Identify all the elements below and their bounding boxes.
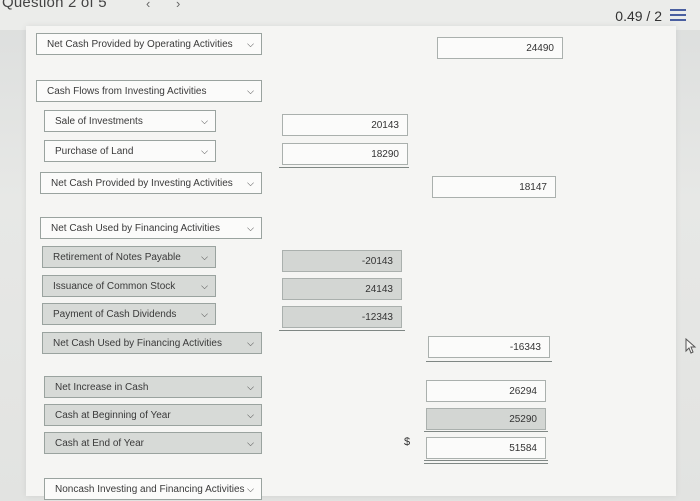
ending-cash-value: 51584	[509, 442, 537, 454]
ending-cash-field[interactable]: 51584	[426, 437, 546, 459]
chevron-down-icon: ⌵	[201, 309, 208, 319]
net-increase-value: 26294	[509, 385, 537, 397]
financing-item-value: 24143	[365, 283, 393, 295]
chevron-down-icon: ⌵	[247, 438, 254, 448]
financing-item-value: -20143	[361, 255, 393, 267]
double-underline-top	[424, 460, 548, 461]
chevron-down-icon: ⌵	[247, 382, 254, 392]
mouse-pointer-icon	[685, 338, 697, 354]
financing-item-field-1[interactable]: 24143	[282, 278, 402, 300]
financing-item-value: -12343	[361, 311, 393, 323]
score-display: 0.49 / 2	[615, 8, 662, 24]
investing-item-value: 18290	[371, 148, 399, 160]
investing-item-field-0[interactable]: 20143	[282, 114, 408, 136]
chevron-down-icon: ⌵	[247, 39, 254, 49]
chevron-down-icon: ⌵	[247, 484, 254, 494]
investing-net-select[interactable]: Net Cash Provided by Investing Activitie…	[40, 172, 262, 194]
financing-heading-label: Net Cash Used by Financing Activities	[51, 222, 220, 234]
net-increase-select[interactable]: Net Increase in Cash ⌵	[44, 376, 262, 398]
operating-net-field[interactable]: 24490	[437, 37, 563, 59]
beginning-cash-select[interactable]: Cash at Beginning of Year ⌵	[44, 404, 262, 426]
investing-item-label: Sale of Investments	[55, 115, 143, 127]
financing-heading-select[interactable]: Net Cash Used by Financing Activities ⌵	[40, 217, 262, 239]
noncash-activities-select[interactable]: Noncash Investing and Financing Activiti…	[44, 478, 262, 500]
subtotal-underline	[279, 167, 409, 168]
financing-item-select-1[interactable]: Issuance of Common Stock ⌵	[42, 275, 216, 297]
total-underline	[426, 361, 552, 362]
investing-heading-select[interactable]: Cash Flows from Investing Activities ⌵	[36, 80, 262, 102]
investing-item-label: Purchase of Land	[55, 145, 134, 157]
chevron-left-icon[interactable]: ‹	[146, 0, 150, 11]
financing-net-label: Net Cash Used by Financing Activities	[53, 337, 222, 349]
chevron-down-icon: ⌵	[247, 178, 254, 188]
operating-net-label: Net Cash Provided by Operating Activitie…	[47, 38, 233, 50]
subtotal-underline	[424, 431, 548, 432]
question-label: Question 2 of 5	[2, 0, 107, 11]
noncash-activities-label: Noncash Investing and Financing Activiti…	[55, 483, 245, 495]
financing-item-field-0[interactable]: -20143	[282, 250, 402, 272]
investing-net-field[interactable]: 18147	[432, 176, 556, 198]
chevron-down-icon: ⌵	[247, 410, 254, 420]
financing-net-value: -16343	[509, 341, 541, 353]
double-underline-bottom	[424, 463, 548, 464]
financing-item-label: Issuance of Common Stock	[53, 280, 176, 292]
financing-net-field[interactable]: -16343	[428, 336, 550, 358]
chevron-down-icon: ⌵	[201, 116, 208, 126]
subtotal-underline	[279, 330, 405, 331]
net-increase-label: Net Increase in Cash	[55, 381, 149, 393]
investing-net-value: 18147	[519, 181, 547, 193]
investing-item-select-1[interactable]: Purchase of Land ⌵	[44, 140, 216, 162]
beginning-cash-label: Cash at Beginning of Year	[55, 409, 171, 421]
investing-heading-label: Cash Flows from Investing Activities	[47, 85, 207, 97]
currency-symbol: $	[404, 436, 411, 448]
operating-net-value: 24490	[526, 42, 554, 54]
ending-cash-label: Cash at End of Year	[55, 437, 144, 449]
financing-item-label: Retirement of Notes Payable	[53, 251, 181, 263]
beginning-cash-field[interactable]: 25290	[426, 408, 546, 430]
chevron-down-icon: ⌵	[247, 338, 254, 348]
financing-item-field-2[interactable]: -12343	[282, 306, 402, 328]
beginning-cash-value: 25290	[509, 413, 537, 425]
financing-item-select-2[interactable]: Payment of Cash Dividends ⌵	[42, 303, 216, 325]
chevron-right-icon[interactable]: ›	[176, 0, 180, 11]
chevron-down-icon: ⌵	[247, 86, 254, 96]
operating-net-select[interactable]: Net Cash Provided by Operating Activitie…	[36, 33, 262, 55]
investing-item-field-1[interactable]: 18290	[282, 143, 408, 165]
chevron-down-icon: ⌵	[201, 252, 208, 262]
chevron-down-icon: ⌵	[201, 146, 208, 156]
investing-item-value: 20143	[371, 119, 399, 131]
investing-net-label: Net Cash Provided by Investing Activitie…	[51, 177, 233, 189]
chevron-down-icon: ⌵	[201, 281, 208, 291]
ending-cash-select[interactable]: Cash at End of Year ⌵	[44, 432, 262, 454]
list-menu-icon[interactable]	[670, 9, 686, 23]
financing-item-label: Payment of Cash Dividends	[53, 308, 177, 320]
financing-item-select-0[interactable]: Retirement of Notes Payable ⌵	[42, 246, 216, 268]
financing-net-select[interactable]: Net Cash Used by Financing Activities ⌵	[42, 332, 262, 354]
net-increase-field[interactable]: 26294	[426, 380, 546, 402]
investing-item-select-0[interactable]: Sale of Investments ⌵	[44, 110, 216, 132]
chevron-down-icon: ⌵	[247, 223, 254, 233]
